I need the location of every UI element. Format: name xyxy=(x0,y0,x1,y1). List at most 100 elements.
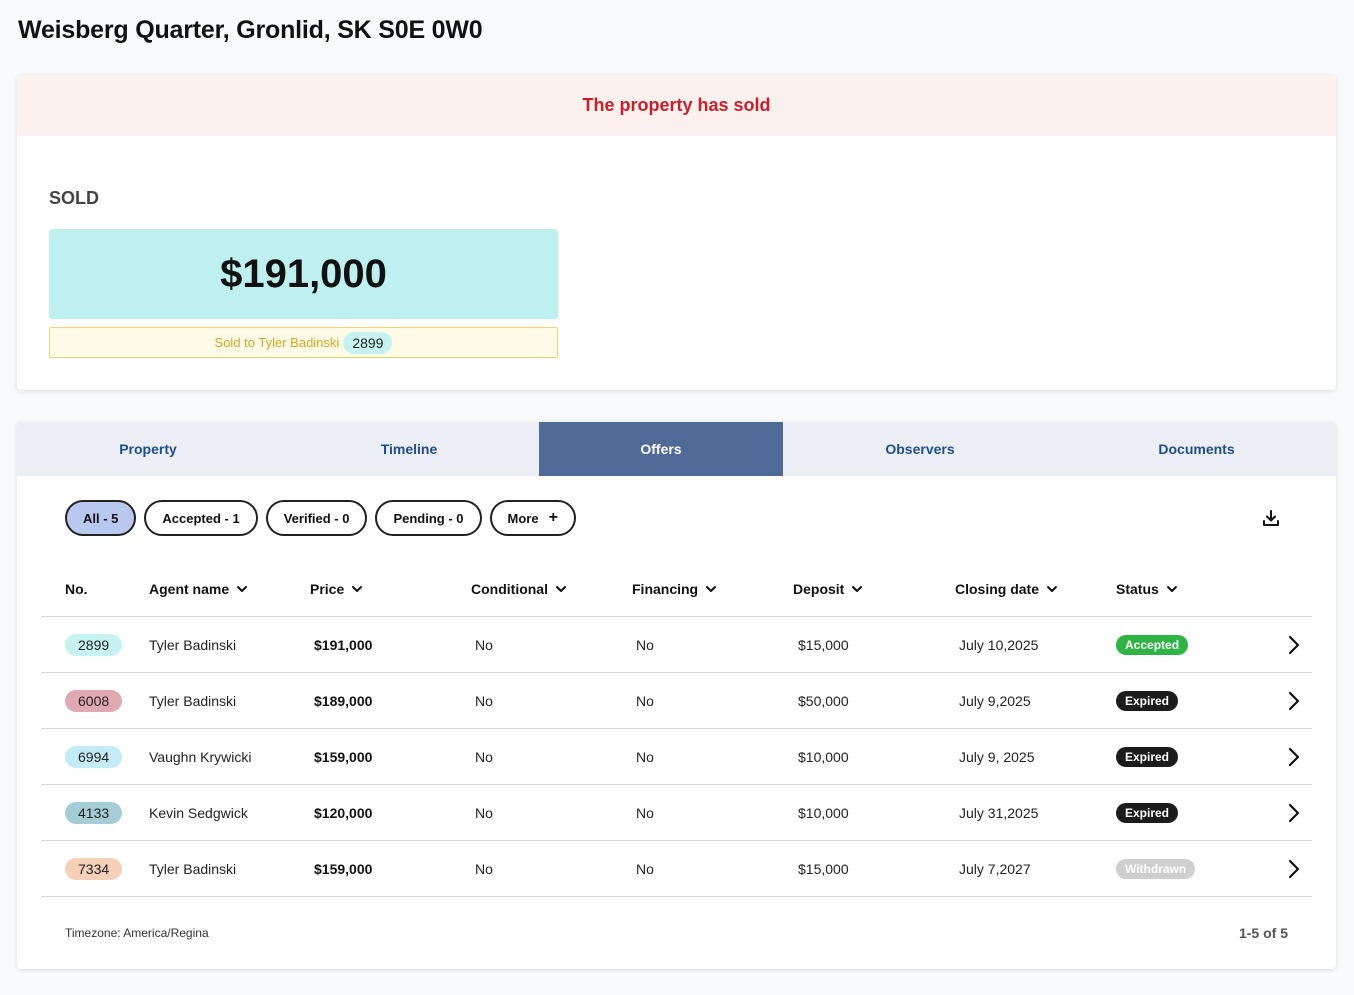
status-cell: Withdrawn xyxy=(1116,841,1196,897)
chevron-down-icon xyxy=(352,586,363,592)
column-no-label: No. xyxy=(65,581,88,597)
table-row[interactable]: 2899 Tyler Badinski $191,000 No No $15,0… xyxy=(41,617,1312,673)
financing-cell: No xyxy=(636,637,654,653)
column-financing-label: Financing xyxy=(632,581,699,597)
status-label: SOLD xyxy=(49,188,100,208)
chevron-down-icon xyxy=(1047,586,1058,592)
offer-number-chip: 2899 xyxy=(65,634,123,656)
closing-date-cell: July 10,2025 xyxy=(959,637,1039,653)
table-row[interactable]: 7334 Tyler Badinski $159,000 No No $15,0… xyxy=(41,841,1312,897)
deposit-cell: $50,000 xyxy=(798,693,849,709)
tab-offers[interactable]: Offers xyxy=(539,422,783,476)
financing-cell: No xyxy=(636,805,654,821)
column-agent-name-label: Agent name xyxy=(149,581,230,597)
download-button[interactable] xyxy=(1259,506,1283,530)
conditional-cell: No xyxy=(475,861,493,877)
column-agent-name[interactable]: Agent name xyxy=(149,581,248,597)
chevron-down-icon xyxy=(556,586,566,592)
agent-name-cell: Tyler Badinski xyxy=(149,637,237,653)
table-row[interactable]: 6994 Vaughn Krywicki $159,000 No No $10,… xyxy=(41,729,1312,785)
tab-property[interactable]: Property xyxy=(17,422,279,476)
column-status-label: Status xyxy=(1116,581,1159,597)
offer-number-cell: 4133 xyxy=(65,785,123,841)
column-conditional-label: Conditional xyxy=(471,581,548,597)
sold-to-text: Sold to Tyler Badinski xyxy=(214,335,340,350)
tab-documents[interactable]: Documents xyxy=(1057,422,1336,476)
chevron-down-icon xyxy=(852,586,863,592)
summary-card: The property has sold SOLD $191,000 Sold… xyxy=(17,75,1336,390)
chevron-right-icon[interactable] xyxy=(1281,689,1305,713)
chevron-down-icon xyxy=(237,586,248,592)
filter-all[interactable]: All - 5 xyxy=(65,500,137,536)
price-cell: $159,000 xyxy=(314,749,373,765)
column-price-label: Price xyxy=(310,581,345,597)
offer-number-cell: 2899 xyxy=(65,617,123,673)
offer-number-cell: 6994 xyxy=(65,729,123,785)
chevron-right-icon[interactable] xyxy=(1281,801,1305,825)
tab-bar: Property Timeline Offers Observers Docum… xyxy=(17,422,1336,476)
chevron-down-icon xyxy=(706,586,717,592)
status-badge: Withdrawn xyxy=(1116,859,1196,879)
conditional-cell: No xyxy=(475,637,493,653)
tab-observers[interactable]: Observers xyxy=(783,422,1057,476)
chevron-right-icon[interactable] xyxy=(1281,857,1305,881)
status-cell: Accepted xyxy=(1116,617,1189,673)
deposit-cell: $15,000 xyxy=(798,637,849,653)
offer-number-cell: 6008 xyxy=(65,673,123,729)
column-price[interactable]: Price xyxy=(310,581,363,597)
price-cell: $159,000 xyxy=(314,861,373,877)
financing-cell: No xyxy=(636,861,654,877)
offer-number-cell: 7334 xyxy=(65,841,123,897)
status-cell: Expired xyxy=(1116,729,1179,785)
table-body: 2899 Tyler Badinski $191,000 No No $15,0… xyxy=(41,617,1312,897)
filter-verified[interactable]: Verified - 0 xyxy=(265,500,368,536)
table-row[interactable]: 4133 Kevin Sedgwick $120,000 No No $10,0… xyxy=(41,785,1312,841)
filter-pending-label: Pending - 0 xyxy=(393,510,464,526)
status-badge: Expired xyxy=(1116,747,1179,767)
column-closing-date[interactable]: Closing date xyxy=(955,581,1058,597)
filter-pending[interactable]: Pending - 0 xyxy=(375,500,482,536)
column-conditional[interactable]: Conditional xyxy=(471,581,567,597)
chevron-right-icon[interactable] xyxy=(1281,633,1305,657)
column-closing-date-label: Closing date xyxy=(955,581,1040,597)
sold-to-banner: Sold to Tyler Badinski 2899 xyxy=(49,327,558,358)
offer-number-chip: 4133 xyxy=(65,802,123,824)
column-financing[interactable]: Financing xyxy=(632,581,717,597)
closing-date-cell: July 31,2025 xyxy=(959,805,1039,821)
pagination-label: 1-5 of 5 xyxy=(1238,925,1288,941)
price-cell: $191,000 xyxy=(314,637,373,653)
offer-number-chip: 6994 xyxy=(65,746,123,768)
financing-cell: No xyxy=(636,693,654,709)
price-cell: $120,000 xyxy=(314,805,373,821)
filter-accepted[interactable]: Accepted - 1 xyxy=(144,500,258,536)
column-deposit[interactable]: Deposit xyxy=(793,581,863,597)
price-cell: $189,000 xyxy=(314,693,373,709)
agent-name-cell: Tyler Badinski xyxy=(149,693,237,709)
offers-card: Property Timeline Offers Observers Docum… xyxy=(17,422,1336,969)
agent-name-cell: Tyler Badinski xyxy=(149,861,237,877)
status-badge: Expired xyxy=(1116,691,1179,711)
conditional-cell: No xyxy=(475,805,493,821)
filter-accepted-label: Accepted - 1 xyxy=(162,510,240,526)
table-header: No. Agent name Price Conditional Financi… xyxy=(41,561,1312,617)
deposit-cell: $10,000 xyxy=(798,749,849,765)
filter-verified-label: Verified - 0 xyxy=(283,510,350,526)
download-icon xyxy=(1263,510,1279,526)
table-row[interactable]: 6008 Tyler Badinski $189,000 No No $50,0… xyxy=(41,673,1312,729)
column-status[interactable]: Status xyxy=(1116,581,1178,597)
tab-timeline[interactable]: Timeline xyxy=(279,422,539,476)
deposit-cell: $15,000 xyxy=(798,861,849,877)
closing-date-cell: July 9,2025 xyxy=(959,693,1031,709)
offer-number-chip: 6008 xyxy=(65,690,123,712)
sold-to-offer-chip: 2899 xyxy=(343,331,393,354)
sold-banner: The property has sold xyxy=(17,75,1336,136)
agent-name-cell: Vaughn Krywicki xyxy=(149,749,252,765)
plus-icon: + xyxy=(548,509,558,526)
filter-more-label: More xyxy=(507,510,539,526)
chevron-right-icon[interactable] xyxy=(1281,745,1305,769)
page-title: Weisberg Quarter, Gronlid, SK S0E 0W0 xyxy=(18,16,483,44)
filter-more[interactable]: More + xyxy=(489,500,576,536)
offers-table: No. Agent name Price Conditional Financi… xyxy=(41,561,1312,897)
timezone-label: Timezone: America/Regina xyxy=(65,926,209,940)
conditional-cell: No xyxy=(475,749,493,765)
